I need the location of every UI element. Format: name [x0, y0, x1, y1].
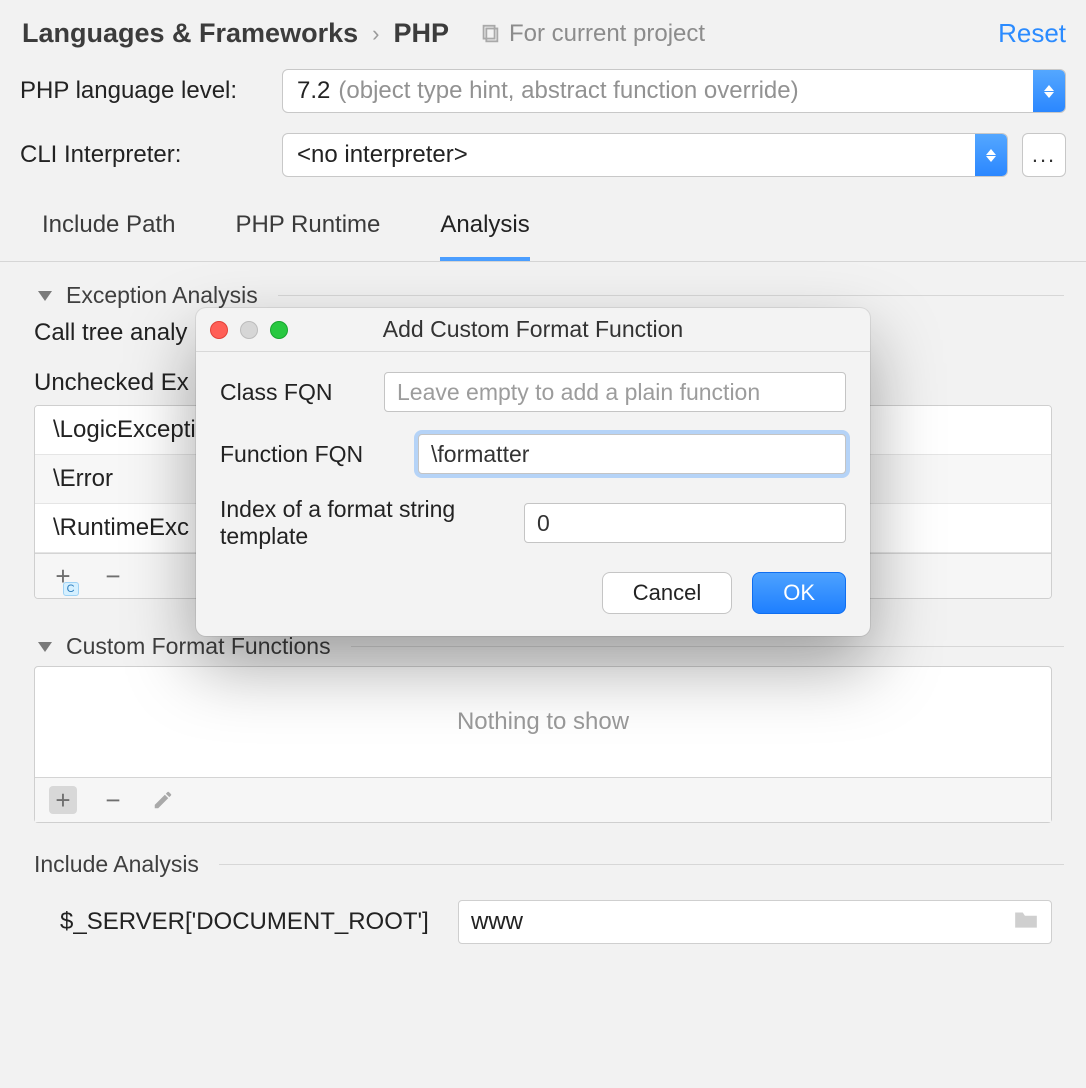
cli-interpreter-browse-button[interactable]: ... — [1022, 133, 1066, 177]
collapse-arrow-icon — [38, 642, 52, 652]
window-close-button[interactable] — [210, 321, 228, 339]
php-language-level-label: PHP language level: — [20, 77, 268, 105]
tab-php-runtime[interactable]: PHP Runtime — [235, 211, 380, 261]
tab-analysis[interactable]: Analysis — [440, 211, 529, 261]
php-language-level-value: 7.2 — [297, 77, 330, 105]
breadcrumb: Languages & Frameworks › PHP — [22, 18, 449, 49]
class-fqn-input[interactable] — [384, 372, 846, 412]
function-fqn-label: Function FQN — [220, 441, 402, 468]
stepper-arrows-icon[interactable] — [1033, 70, 1065, 112]
breadcrumb-root[interactable]: Languages & Frameworks — [22, 18, 358, 49]
format-index-input[interactable] — [524, 503, 846, 543]
cancel-button[interactable]: Cancel — [602, 572, 732, 614]
class-fqn-label: Class FQN — [220, 379, 368, 406]
cli-interpreter-select[interactable]: <no interpreter> — [282, 133, 1008, 177]
reset-link[interactable]: Reset — [998, 18, 1066, 49]
ok-button[interactable]: OK — [752, 572, 846, 614]
edit-format-function-button[interactable] — [149, 786, 177, 814]
include-analysis-header: Include Analysis — [0, 823, 1086, 884]
document-root-label: $_SERVER['DOCUMENT_ROOT'] — [60, 908, 440, 936]
php-language-level-select[interactable]: 7.2 (object type hint, abstract function… — [282, 69, 1066, 113]
folder-browse-icon[interactable] — [1013, 908, 1039, 937]
tab-include-path[interactable]: Include Path — [42, 211, 175, 261]
function-fqn-input[interactable] — [418, 434, 846, 474]
tabs: Include Path PHP Runtime Analysis — [0, 187, 1086, 262]
breadcrumb-leaf: PHP — [393, 18, 449, 49]
format-index-label: Index of a format string template — [220, 496, 508, 550]
breadcrumb-separator-icon: › — [372, 21, 379, 47]
pencil-icon — [152, 789, 174, 811]
remove-exception-button[interactable]: − — [99, 562, 127, 590]
remove-format-function-button[interactable]: − — [99, 786, 127, 814]
add-exception-button[interactable]: + — [49, 562, 77, 590]
php-language-level-hint: (object type hint, abstract function ove… — [338, 77, 798, 105]
cli-interpreter-value: <no interpreter> — [297, 141, 468, 169]
add-format-function-button[interactable]: + — [49, 786, 77, 814]
project-scope-label: For current project — [479, 20, 705, 48]
copy-icon — [479, 23, 501, 45]
cli-interpreter-label: CLI Interpreter: — [20, 141, 268, 169]
stepper-arrows-icon[interactable] — [975, 134, 1007, 176]
window-zoom-button[interactable] — [270, 321, 288, 339]
window-minimize-button — [240, 321, 258, 339]
collapse-arrow-icon — [38, 291, 52, 301]
custom-format-functions-list: Nothing to show + − — [34, 666, 1052, 823]
document-root-input[interactable]: www — [458, 900, 1052, 944]
empty-placeholder: Nothing to show — [35, 667, 1051, 777]
dialog-title: Add Custom Format Function — [196, 316, 870, 343]
add-custom-format-function-dialog: Add Custom Format Function Class FQN Fun… — [196, 308, 870, 636]
